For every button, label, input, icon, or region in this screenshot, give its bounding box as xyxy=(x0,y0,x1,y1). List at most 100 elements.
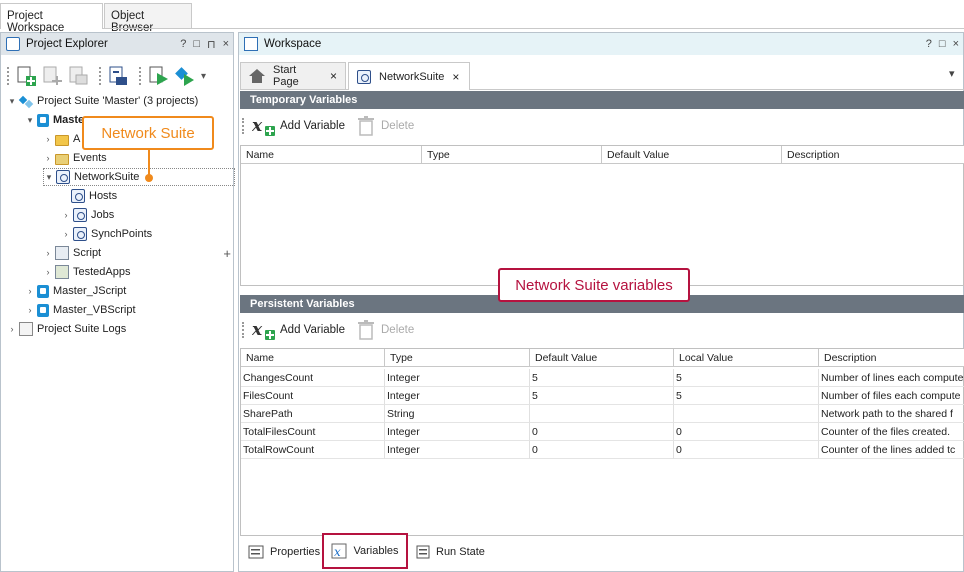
chevron-right-icon[interactable]: › xyxy=(43,248,53,258)
cell-default-value[interactable]: 5 xyxy=(530,369,674,387)
temporary-variables-header: Temporary Variables xyxy=(240,91,964,109)
cell-local-value[interactable]: 0 xyxy=(674,441,819,459)
cell-description[interactable]: Number of lines each compute xyxy=(819,369,964,387)
chevron-right-icon[interactable]: › xyxy=(7,324,17,334)
column-header-type[interactable]: Type xyxy=(422,146,602,164)
tree-item-networksuite[interactable]: ▾ NetworkSuite xyxy=(43,168,235,186)
trash-icon[interactable] xyxy=(357,116,375,136)
cell-default-value[interactable]: 5 xyxy=(530,387,674,405)
chevron-right-icon[interactable]: › xyxy=(43,267,53,277)
tab-run-state[interactable]: Run State xyxy=(410,540,491,564)
project-explorer-title: Project Explorer xyxy=(26,38,108,50)
tree-item-label: Script xyxy=(73,247,102,259)
workspace-title: Workspace xyxy=(264,38,322,50)
close-button[interactable]: × xyxy=(223,38,229,50)
cell-local-value[interactable] xyxy=(674,405,819,423)
cell-local-value[interactable]: 5 xyxy=(674,387,819,405)
maximize-button[interactable]: □ xyxy=(193,38,200,50)
chevron-right-icon[interactable]: › xyxy=(61,210,71,220)
tree-item-project-suite-logs[interactable]: › Project Suite Logs xyxy=(7,320,126,338)
column-header-name[interactable]: Name xyxy=(241,349,385,367)
add-variable-icon[interactable]: x xyxy=(251,319,276,341)
add-existing-icon[interactable] xyxy=(67,65,89,87)
tab-list-dropdown[interactable]: ▾ xyxy=(949,67,955,80)
cell-description[interactable]: Network path to the shared f xyxy=(819,405,964,423)
chevron-down-icon[interactable]: ▾ xyxy=(44,172,54,182)
tab-start-page[interactable]: Start Page × xyxy=(240,62,346,89)
run-suite-icon[interactable] xyxy=(173,65,195,87)
column-header-default-value[interactable]: Default Value xyxy=(602,146,782,164)
cell-name[interactable]: TotalRowCount xyxy=(241,441,385,459)
column-header-name[interactable]: Name xyxy=(241,146,422,164)
tree-item-master-jscript[interactable]: › Master_JScript xyxy=(25,282,126,300)
cell-type[interactable]: String xyxy=(385,405,530,423)
tree-item-script[interactable]: › Script + xyxy=(43,244,233,262)
add-icon[interactable]: + xyxy=(223,246,231,261)
project-properties-icon[interactable] xyxy=(107,65,129,87)
chevron-down-icon[interactable]: ▾ xyxy=(201,71,206,82)
tree-item-testedapps[interactable]: › TestedApps xyxy=(43,263,130,281)
chevron-down-icon[interactable]: ▾ xyxy=(7,96,17,106)
chevron-right-icon[interactable]: › xyxy=(43,134,53,144)
cell-name[interactable]: SharePath xyxy=(241,405,385,423)
home-icon xyxy=(249,69,265,83)
delete-button[interactable]: Delete xyxy=(381,324,414,336)
cell-type[interactable]: Integer xyxy=(385,387,530,405)
tab-networksuite[interactable]: NetworkSuite × xyxy=(348,62,470,90)
close-button[interactable]: × xyxy=(953,38,959,50)
close-icon[interactable]: × xyxy=(330,69,337,83)
cell-local-value[interactable]: 5 xyxy=(674,369,819,387)
tree-item-synchpoints[interactable]: › SynchPoints xyxy=(61,225,152,243)
help-button[interactable]: ? xyxy=(180,38,186,50)
add-item-icon[interactable] xyxy=(41,65,63,87)
cell-type[interactable]: Integer xyxy=(385,423,530,441)
tree-item-label: TestedApps xyxy=(73,266,131,278)
tree-item-events[interactable]: › Events xyxy=(43,149,107,167)
close-icon[interactable]: × xyxy=(452,70,459,84)
cell-name[interactable]: ChangesCount xyxy=(241,369,385,387)
tree-item-master-vbscript[interactable]: › Master_VBScript xyxy=(25,301,136,319)
tree-item-hosts[interactable]: Hosts xyxy=(63,187,117,205)
cell-type[interactable]: Integer xyxy=(385,441,530,459)
tree-item-master[interactable]: ▾ Master xyxy=(25,111,88,129)
tab-properties[interactable]: Properties xyxy=(242,540,326,564)
chevron-down-icon[interactable]: ▾ xyxy=(25,115,35,125)
help-button[interactable]: ? xyxy=(926,38,932,50)
tree-item-label: NetworkSuite xyxy=(74,171,140,183)
column-header-type[interactable]: Type xyxy=(385,349,530,367)
chevron-right-icon[interactable]: › xyxy=(25,286,35,296)
chevron-right-icon[interactable]: › xyxy=(61,229,71,239)
column-header-local-value[interactable]: Local Value xyxy=(674,349,819,367)
trash-icon[interactable] xyxy=(357,320,375,340)
cell-local-value[interactable]: 0 xyxy=(674,423,819,441)
add-variable-button[interactable]: Add Variable xyxy=(280,324,345,336)
cell-name[interactable]: FilesCount xyxy=(241,387,385,405)
cell-default-value[interactable]: 0 xyxy=(530,441,674,459)
cell-default-value[interactable]: 0 xyxy=(530,423,674,441)
column-header-default-value[interactable]: Default Value xyxy=(530,349,674,367)
tab-project-workspace[interactable]: Project Workspace xyxy=(0,3,103,34)
column-header-description[interactable]: Description xyxy=(819,349,964,367)
delete-button[interactable]: Delete xyxy=(381,120,414,132)
add-variable-icon[interactable]: x xyxy=(251,115,276,137)
tree-item-project-suite[interactable]: ▾ Project Suite 'Master' (3 projects) xyxy=(7,92,199,110)
run-project-icon[interactable] xyxy=(147,65,169,87)
cell-description[interactable]: Number of files each compute xyxy=(819,387,964,405)
chevron-right-icon[interactable]: › xyxy=(25,305,35,315)
tab-object-browser[interactable]: Object Browser xyxy=(104,3,192,34)
cell-description[interactable]: Counter of the files created. xyxy=(819,423,964,441)
cell-type[interactable]: Integer xyxy=(385,369,530,387)
chevron-right-icon[interactable]: › xyxy=(43,153,53,163)
column-header-description[interactable]: Description xyxy=(782,146,964,164)
new-project-icon[interactable] xyxy=(15,65,37,87)
cell-description[interactable]: Counter of the lines added tc xyxy=(819,441,964,459)
tree-item-a[interactable]: › A xyxy=(43,130,80,148)
cell-default-value[interactable] xyxy=(530,405,674,423)
tree-item-jobs[interactable]: › Jobs xyxy=(61,206,114,224)
maximize-button[interactable]: □ xyxy=(939,38,946,50)
tab-variables[interactable]: x Variables xyxy=(322,533,408,569)
cell-name[interactable]: TotalFilesCount xyxy=(241,423,385,441)
pin-button[interactable]: ⊓ xyxy=(207,38,216,51)
add-variable-button[interactable]: Add Variable xyxy=(280,120,345,132)
